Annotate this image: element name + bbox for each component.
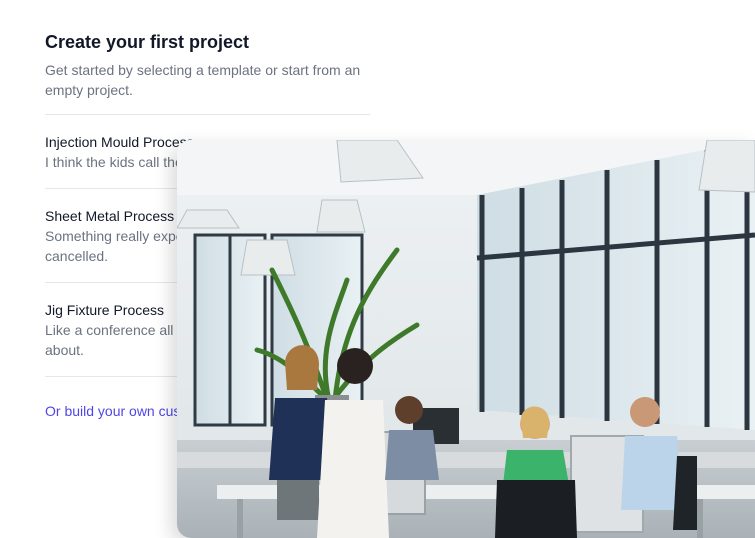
office-scene-illustration	[177, 140, 755, 538]
page-subtitle: Get started by selecting a template or s…	[45, 62, 361, 98]
page-title: Create your first project	[45, 32, 250, 52]
office-team-photo	[177, 140, 755, 538]
